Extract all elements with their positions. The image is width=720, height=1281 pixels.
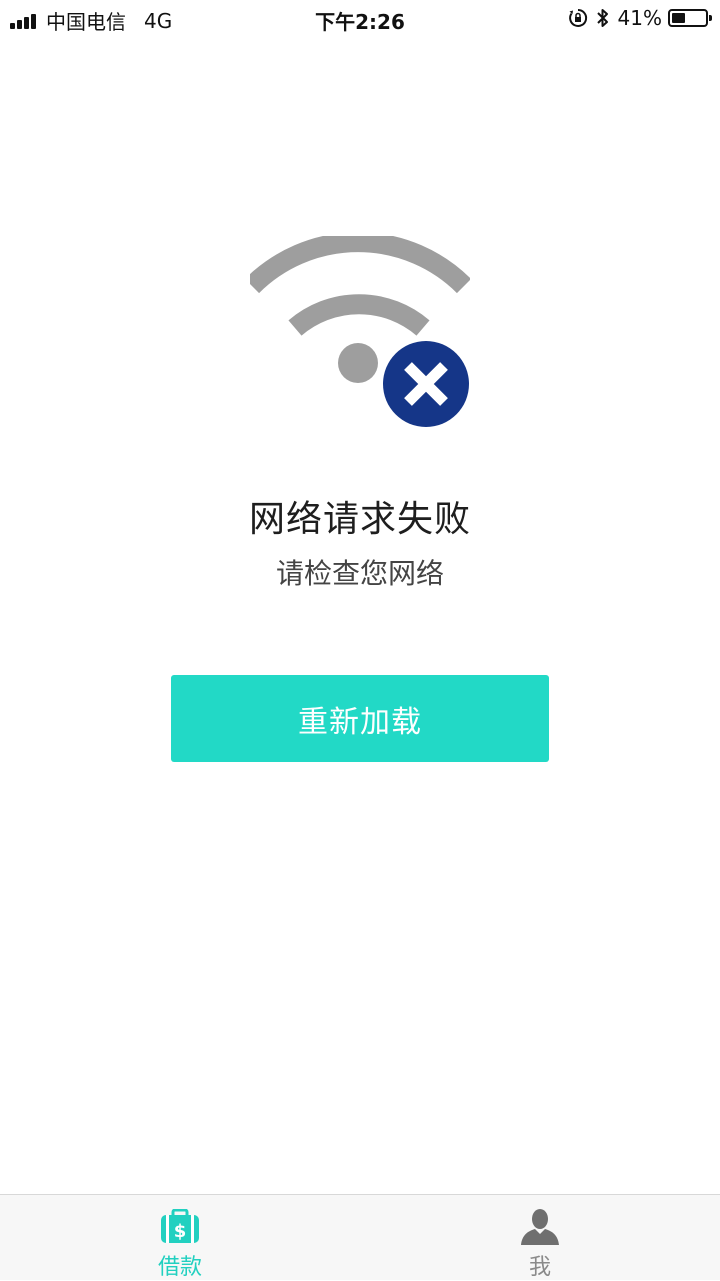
reload-button[interactable]: 重新加载	[171, 675, 549, 762]
tab-me-label: 我	[528, 1255, 551, 1280]
profile-icon	[521, 1209, 559, 1245]
orientation-lock-icon	[568, 8, 588, 28]
error-title: 网络请求失败	[248, 499, 471, 540]
battery-icon	[668, 9, 712, 27]
svg-text:$: $	[174, 1221, 187, 1242]
tab-loan-label: 借款	[157, 1255, 202, 1280]
loan-wallet-icon: $	[161, 1209, 199, 1243]
error-subtitle: 请检查您网络	[275, 557, 444, 590]
battery-percent: 41%	[617, 6, 662, 30]
tab-me[interactable]: 我	[360, 1195, 720, 1281]
bluetooth-icon	[596, 8, 610, 28]
tab-loan[interactable]: $ 借款	[0, 1195, 360, 1281]
tab-bar: $ 借款 我	[0, 1194, 720, 1280]
status-bar: 中国电信 4G 下午2:26 41%	[0, 0, 720, 36]
wifi-error-icon	[250, 236, 470, 427]
status-right: 41%	[560, 6, 712, 30]
